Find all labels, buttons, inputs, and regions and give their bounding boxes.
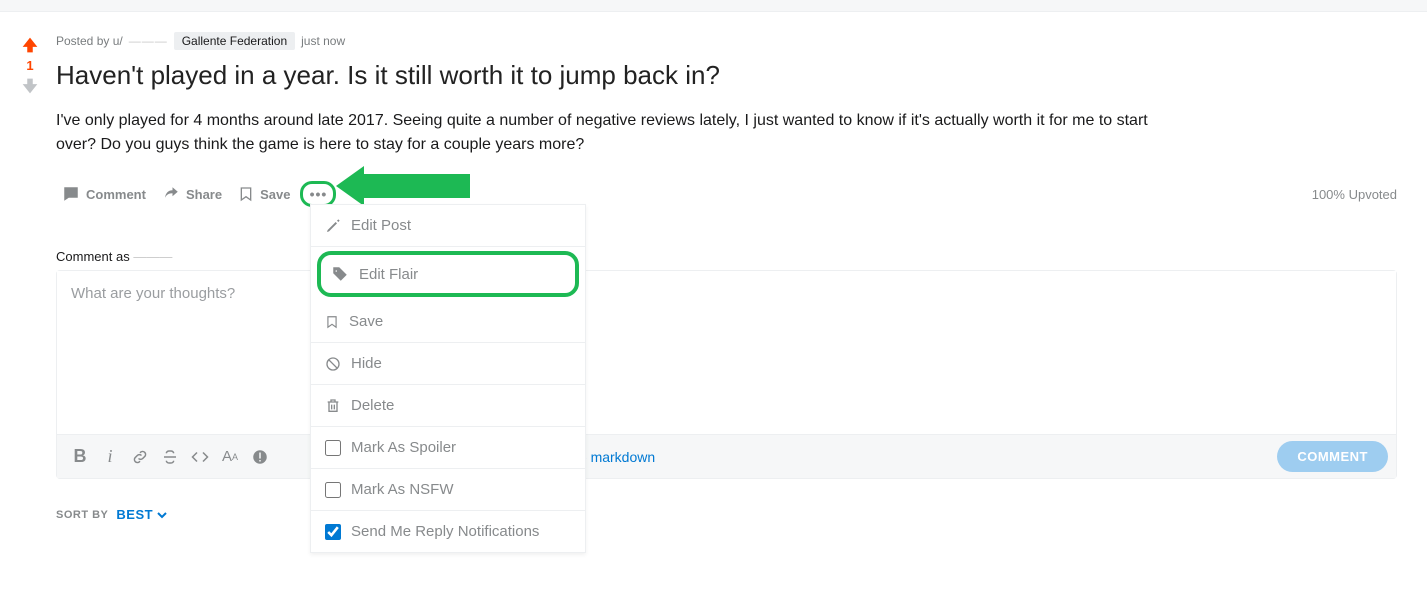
post-time: just now — [301, 34, 345, 48]
superscript-button[interactable]: AA — [215, 442, 245, 472]
bookmark-icon — [238, 185, 254, 203]
italic-button[interactable]: i — [95, 442, 125, 472]
spoiler-checkbox[interactable] — [325, 440, 341, 456]
author-username[interactable]: ——— — [129, 34, 168, 48]
hide-label: Hide — [351, 355, 382, 372]
comment-as-label: Comment as ——— — [56, 249, 1397, 264]
delete-item[interactable]: Delete — [311, 385, 585, 427]
trash-icon — [325, 398, 341, 414]
vote-column: 1 — [10, 32, 50, 522]
hide-icon — [325, 356, 341, 372]
comment-icon — [62, 185, 80, 203]
comment-editor: B i AA to markdown COMMENT — [56, 270, 1397, 479]
save-label: Save — [260, 187, 290, 202]
mark-nsfw-item[interactable]: Mark As NSFW — [311, 469, 585, 511]
bookmark-icon — [325, 314, 339, 330]
code-button[interactable] — [185, 442, 215, 472]
posted-by-label: Posted by u/ — [56, 34, 123, 48]
nsfw-checkbox[interactable] — [325, 482, 341, 498]
downvote-button[interactable] — [19, 75, 41, 97]
dropdown-save-item[interactable]: Save — [311, 301, 585, 343]
mark-spoiler-label: Mark As Spoiler — [351, 439, 456, 456]
editor-toolbar: B i AA to markdown COMMENT — [57, 434, 1396, 478]
sort-value: BEST — [116, 507, 153, 522]
share-label: Share — [186, 187, 222, 202]
hide-item[interactable]: Hide — [311, 343, 585, 385]
ellipsis-icon: ••• — [310, 186, 328, 202]
tag-icon — [331, 265, 349, 283]
upvoted-text: 100% Upvoted — [1312, 187, 1397, 202]
post-body: I've only played for 4 months around lat… — [56, 109, 1156, 157]
reply-notifications-item[interactable]: Send Me Reply Notifications — [311, 511, 585, 552]
dropdown-save-label: Save — [349, 313, 383, 330]
delete-label: Delete — [351, 397, 394, 414]
comment-label: Comment — [86, 187, 146, 202]
sort-dropdown[interactable]: BEST — [116, 507, 167, 522]
comment-submit-button[interactable]: COMMENT — [1277, 441, 1388, 472]
spoiler-button[interactable] — [245, 442, 275, 472]
sort-row: SORT BY BEST — [56, 507, 1397, 522]
strikethrough-button[interactable] — [155, 442, 185, 472]
link-button[interactable] — [125, 442, 155, 472]
user-flair: Gallente Federation — [174, 32, 295, 50]
notifications-checkbox[interactable] — [325, 524, 341, 540]
sort-label: SORT BY — [56, 509, 108, 521]
share-icon — [162, 185, 180, 203]
post-meta: Posted by u/ ——— Gallente Federation just… — [56, 32, 1397, 50]
reply-notifications-label: Send Me Reply Notifications — [351, 523, 539, 540]
edit-post-item[interactable]: Edit Post — [311, 205, 585, 247]
vote-count: 1 — [26, 58, 33, 73]
pencil-icon — [325, 218, 341, 234]
more-options-dropdown: Edit Post Edit Flair Save Hide Delete Ma… — [310, 204, 586, 553]
bold-button[interactable]: B — [65, 442, 95, 472]
alert-icon — [251, 448, 269, 466]
post-title: Haven't played in a year. Is it still wo… — [56, 60, 1397, 91]
strikethrough-icon — [161, 448, 179, 466]
comment-as-username[interactable]: ——— — [133, 249, 172, 264]
code-icon — [191, 448, 209, 466]
chevron-down-icon — [157, 510, 167, 520]
comment-button[interactable]: Comment — [56, 181, 152, 207]
edit-flair-item[interactable]: Edit Flair — [317, 251, 579, 297]
mark-spoiler-item[interactable]: Mark As Spoiler — [311, 427, 585, 469]
share-button[interactable]: Share — [156, 181, 228, 207]
save-button[interactable]: Save — [232, 181, 296, 207]
upvote-button[interactable] — [19, 34, 41, 56]
switch-markdown-link[interactable]: to markdown — [575, 449, 655, 465]
edit-post-label: Edit Post — [351, 217, 411, 234]
edit-flair-label: Edit Flair — [359, 266, 418, 283]
comment-textarea[interactable] — [57, 271, 1396, 429]
link-icon — [131, 448, 149, 466]
mark-nsfw-label: Mark As NSFW — [351, 481, 454, 498]
